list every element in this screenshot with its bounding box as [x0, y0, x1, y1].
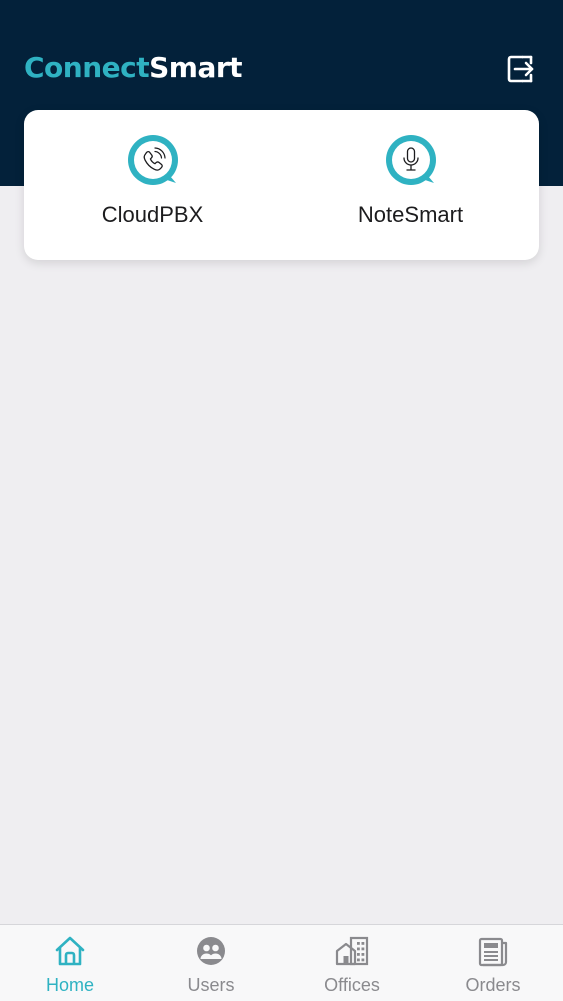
offices-icon: [335, 936, 369, 966]
phone-icon: [127, 135, 178, 185]
tab-offices[interactable]: Offices: [282, 925, 422, 1001]
app-label-notesmart: NoteSmart: [357, 202, 464, 227]
logo-text-connect: Connect: [24, 51, 150, 84]
app-tile-notesmart[interactable]: NoteSmart: [282, 110, 539, 260]
tab-users[interactable]: Users: [141, 925, 281, 1001]
tab-label-home: Home: [45, 975, 94, 995]
orders-icon: [478, 937, 508, 967]
app-label-cloudpbx: CloudPBX: [101, 202, 204, 227]
tab-label-users: Users: [187, 975, 235, 995]
home-icon: [55, 936, 85, 966]
tab-label-offices: Offices: [324, 975, 380, 995]
tab-home[interactable]: Home: [0, 925, 140, 1001]
logout-button[interactable]: [504, 52, 538, 86]
logout-icon: [507, 55, 534, 83]
apps-card: CloudPBX NoteSmart: [24, 110, 539, 260]
app-logo: ConnectSmart: [24, 50, 243, 86]
app-tile-cloudpbx[interactable]: CloudPBX: [24, 110, 281, 260]
microphone-icon: [385, 135, 436, 185]
bottom-tab-bar: Home Users Offices Orders: [0, 924, 563, 1001]
logo-text-smart: Smart: [149, 51, 243, 84]
users-icon: [197, 937, 225, 965]
tab-orders[interactable]: Orders: [423, 925, 563, 1001]
tab-label-orders: Orders: [465, 975, 521, 995]
